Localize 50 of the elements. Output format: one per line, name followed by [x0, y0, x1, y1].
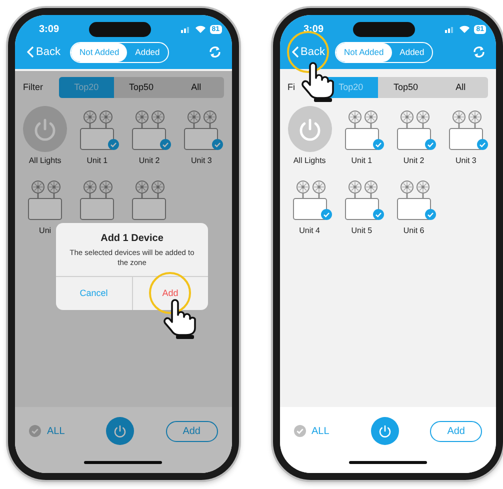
filter-label: Filter: [23, 80, 44, 94]
cancel-button[interactable]: Cancel: [56, 276, 132, 310]
filter-tab[interactable]: Top50: [114, 76, 169, 98]
signal-icon: [180, 25, 191, 33]
wifi-icon: [459, 25, 470, 33]
power-button[interactable]: [370, 417, 399, 445]
filter-label: Fi: [288, 80, 296, 94]
device-label: Unit 1: [86, 156, 108, 166]
hand-pointer-icon: [300, 62, 336, 104]
add-button[interactable]: Add: [166, 420, 218, 442]
power-button[interactable]: [106, 417, 134, 445]
filter-tab[interactable]: All: [168, 76, 224, 98]
all-label[interactable]: ALL: [47, 424, 65, 438]
device-label: Unit 1: [351, 156, 372, 166]
filter-tab[interactable]: Top50: [378, 76, 434, 98]
all-label[interactable]: ALL: [312, 424, 330, 438]
device-label: Unit 2: [138, 156, 160, 166]
check-circle-icon[interactable]: [29, 425, 41, 437]
segment-tab[interactable]: Not Added: [336, 43, 392, 62]
chevron-left-icon: [27, 46, 34, 58]
dynamic-island: [353, 22, 416, 36]
device-label: Unit 6: [403, 226, 424, 236]
refresh-icon[interactable]: [472, 45, 486, 60]
device-label: All Lights: [28, 156, 62, 166]
segment-tab[interactable]: Added: [392, 43, 432, 62]
filter-tab[interactable]: All: [433, 76, 488, 98]
device-label: Unit 4: [299, 226, 320, 236]
back-button[interactable]: Back: [27, 44, 60, 61]
dialog-title: Add 1 Device: [100, 232, 164, 246]
device-label: Uni: [39, 226, 52, 236]
segment-tab[interactable]: Not Added: [71, 43, 128, 62]
signal-icon: [445, 25, 456, 33]
power-icon: [378, 424, 392, 438]
hand-pointer-icon: [162, 298, 198, 341]
device-label: Unit 3: [455, 156, 476, 166]
wifi-icon: [194, 25, 206, 33]
filter-tab[interactable]: Top20: [59, 76, 114, 98]
chevron-left-icon: [292, 46, 298, 58]
dynamic-island: [88, 22, 151, 36]
device-label: All Lights: [293, 156, 326, 166]
add-button[interactable]: Add: [430, 420, 482, 442]
device-label: Unit 3: [190, 156, 212, 166]
status-time: 3:09: [302, 22, 324, 36]
device-label: Unit 5: [351, 226, 372, 236]
refresh-icon[interactable]: [208, 45, 222, 60]
device-label: Unit 2: [403, 156, 424, 166]
check-circle-icon[interactable]: [294, 425, 306, 437]
segment-tab[interactable]: Added: [127, 43, 168, 62]
power-icon: [113, 424, 128, 438]
status-time: 3:09: [38, 22, 60, 36]
